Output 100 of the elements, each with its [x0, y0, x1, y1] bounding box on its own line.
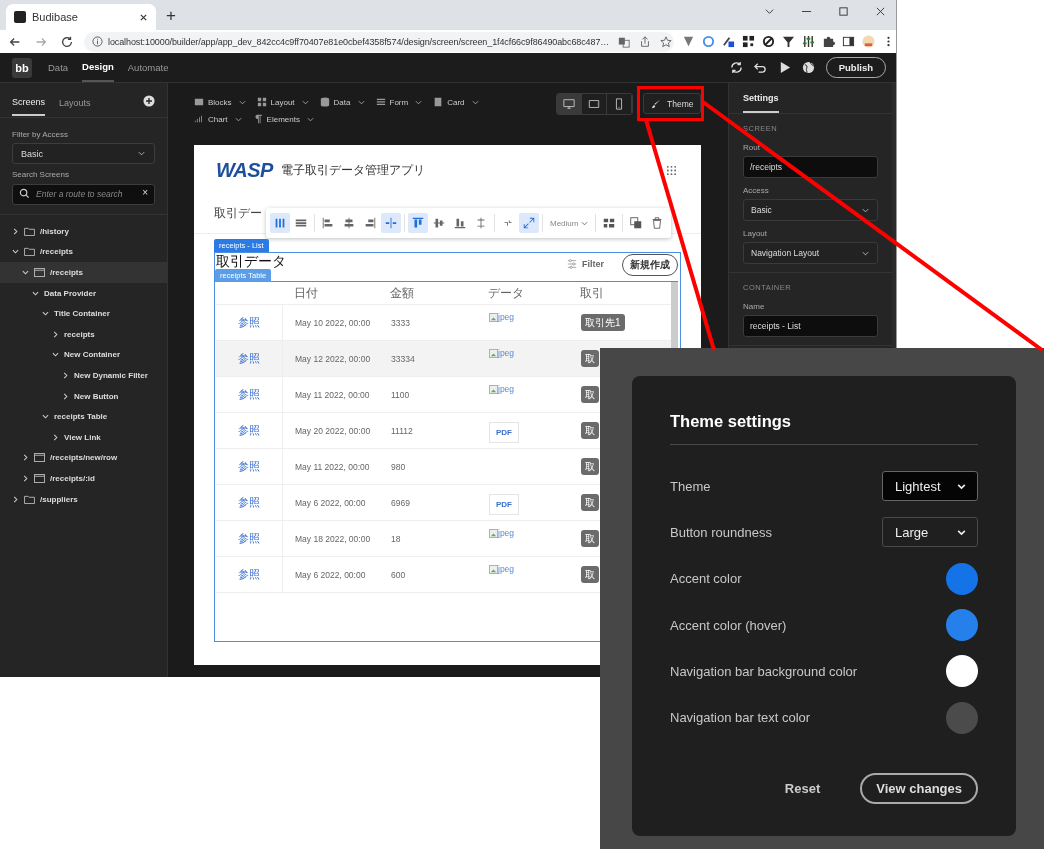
refresh-icon[interactable] — [729, 61, 743, 74]
tree-item[interactable]: /receipts — [0, 241, 167, 263]
tree-item[interactable]: /suppliers — [0, 488, 167, 510]
reload-icon[interactable] — [60, 34, 74, 49]
component-menu[interactable]: Form — [375, 97, 423, 107]
color-swatch[interactable] — [946, 609, 978, 642]
dropdown[interactable]: Lightest — [882, 471, 978, 502]
puzzle-icon[interactable] — [822, 35, 835, 48]
tree-item[interactable]: New Button — [0, 385, 167, 407]
component-menu[interactable]: Elements — [252, 114, 314, 124]
chevron-right-icon[interactable] — [22, 474, 29, 482]
nav-tab[interactable]: Data — [48, 54, 69, 81]
color-swatch[interactable] — [946, 562, 978, 595]
view-link[interactable]: 参照 — [238, 459, 260, 474]
layout-tool-icon[interactable] — [519, 213, 539, 233]
side-panel-icon[interactable] — [842, 35, 855, 48]
nav-tab[interactable]: Automate — [127, 54, 169, 81]
tree-item[interactable]: /receipts/new/row — [0, 447, 167, 469]
app-logo[interactable]: bb — [12, 57, 32, 78]
undo-icon[interactable] — [753, 61, 767, 74]
color-swatch[interactable] — [946, 701, 978, 734]
tree-item[interactable]: /receipts/:id — [0, 468, 167, 489]
view-link[interactable]: 参照 — [238, 387, 260, 402]
address-bar[interactable]: localhost:10000/builder/app/app_dev_842cc4c9ff70407e81e0cbef4358f574/design/screen/screen_1f4cf66c9f86490abc68c487… — [84, 31, 674, 52]
close-icon[interactable] — [139, 12, 148, 22]
layout-tool-icon[interactable] — [270, 213, 290, 233]
chevron-down-icon[interactable] — [12, 248, 19, 256]
chevron-down-icon[interactable] — [42, 310, 49, 318]
new-tab-button[interactable]: + — [166, 6, 176, 26]
component-menu[interactable]: Layout — [256, 97, 309, 107]
pdf-attachment[interactable]: PDF — [489, 494, 519, 515]
color-swatch[interactable] — [946, 655, 978, 688]
view-link[interactable]: 参照 — [238, 531, 260, 546]
globe-icon[interactable] — [801, 61, 815, 74]
device-toggle[interactable] — [582, 94, 607, 114]
component-menu[interactable]: Card — [433, 97, 479, 107]
share-icon[interactable] — [639, 35, 652, 48]
chevron-down-icon[interactable] — [52, 351, 59, 359]
view-link[interactable]: 参照 — [238, 423, 260, 438]
tree-item[interactable]: View Link — [0, 426, 167, 448]
tree-item[interactable]: New Container — [0, 344, 167, 366]
chevron-right-icon[interactable] — [62, 371, 69, 379]
chevron-right-icon[interactable] — [22, 454, 29, 462]
pdf-attachment[interactable]: PDF — [489, 422, 519, 443]
browser-tab[interactable]: Budibase — [6, 4, 156, 30]
tree-item[interactable]: receipts Table — [0, 406, 167, 427]
chevron-right-icon[interactable] — [12, 227, 19, 235]
theme-button[interactable]: Theme — [643, 93, 702, 114]
tree-item[interactable]: New Dynamic Filter — [0, 365, 167, 386]
sidebar-tab[interactable]: Layouts — [59, 93, 91, 115]
view-link[interactable]: 参照 — [238, 351, 260, 366]
view-link[interactable]: 参照 — [238, 495, 260, 510]
size-select[interactable]: Medium — [546, 218, 593, 228]
reset-button[interactable]: Reset — [778, 779, 827, 797]
select-field[interactable]: Basic — [743, 199, 878, 221]
device-toggle[interactable] — [607, 94, 632, 114]
star-icon[interactable] — [660, 35, 673, 48]
chevron-down-icon[interactable] — [22, 269, 29, 276]
close-icon[interactable] — [875, 5, 886, 17]
translate-icon[interactable] — [618, 35, 631, 48]
add-icon[interactable] — [143, 95, 155, 107]
component-menu[interactable]: Chart — [194, 114, 242, 124]
new-record-button[interactable]: 新規作成 — [622, 254, 678, 276]
view-changes-button[interactable]: View changes — [860, 772, 978, 804]
view-link[interactable]: 参照 — [238, 567, 260, 582]
layout-tool-icon[interactable] — [381, 213, 401, 233]
component-menu[interactable]: Blocks — [194, 97, 246, 107]
text-field[interactable]: /receipts — [743, 156, 878, 178]
access-filter-select[interactable]: Basic — [12, 143, 155, 164]
settings-tab[interactable]: Settings — [743, 93, 779, 113]
sliders-icon[interactable] — [802, 35, 815, 48]
clear-button[interactable]: × — [142, 187, 148, 198]
block-icon[interactable] — [762, 35, 775, 48]
text-field[interactable]: receipts - List — [743, 315, 878, 337]
tree-item[interactable]: Data Provider — [0, 282, 167, 304]
extension-icon[interactable] — [722, 35, 735, 48]
select-field[interactable]: Navigation Layout — [743, 242, 878, 264]
sidebar-tab[interactable]: Screens — [12, 92, 46, 116]
extension-icon[interactable] — [682, 35, 695, 48]
funnel-icon[interactable] — [782, 35, 795, 48]
qr-code-icon[interactable] — [742, 35, 755, 48]
chevron-right-icon[interactable] — [52, 433, 59, 441]
device-toggle[interactable] — [557, 94, 582, 114]
tree-item[interactable]: receipts — [0, 323, 167, 345]
tree-item[interactable]: /history — [0, 221, 167, 242]
chevron-down-icon[interactable] — [32, 289, 39, 297]
tree-item[interactable]: /receipts — [0, 262, 167, 283]
chevron-right-icon[interactable] — [52, 330, 59, 338]
chevron-down-icon[interactable] — [42, 413, 49, 421]
maximize-icon[interactable] — [838, 5, 849, 17]
grid-menu-icon[interactable] — [666, 164, 677, 176]
chevron-right-icon[interactable] — [12, 495, 19, 503]
filter-button[interactable]: Filter — [567, 259, 604, 269]
dropdown[interactable]: Large — [882, 517, 978, 548]
publish-button[interactable]: Publish — [825, 57, 886, 78]
tree-item[interactable]: Title Container — [0, 303, 167, 324]
view-link[interactable]: 参照 — [238, 315, 260, 330]
chevron-right-icon[interactable] — [62, 392, 69, 400]
component-menu[interactable]: Data — [319, 97, 365, 107]
layout-tool-icon[interactable] — [408, 213, 428, 233]
